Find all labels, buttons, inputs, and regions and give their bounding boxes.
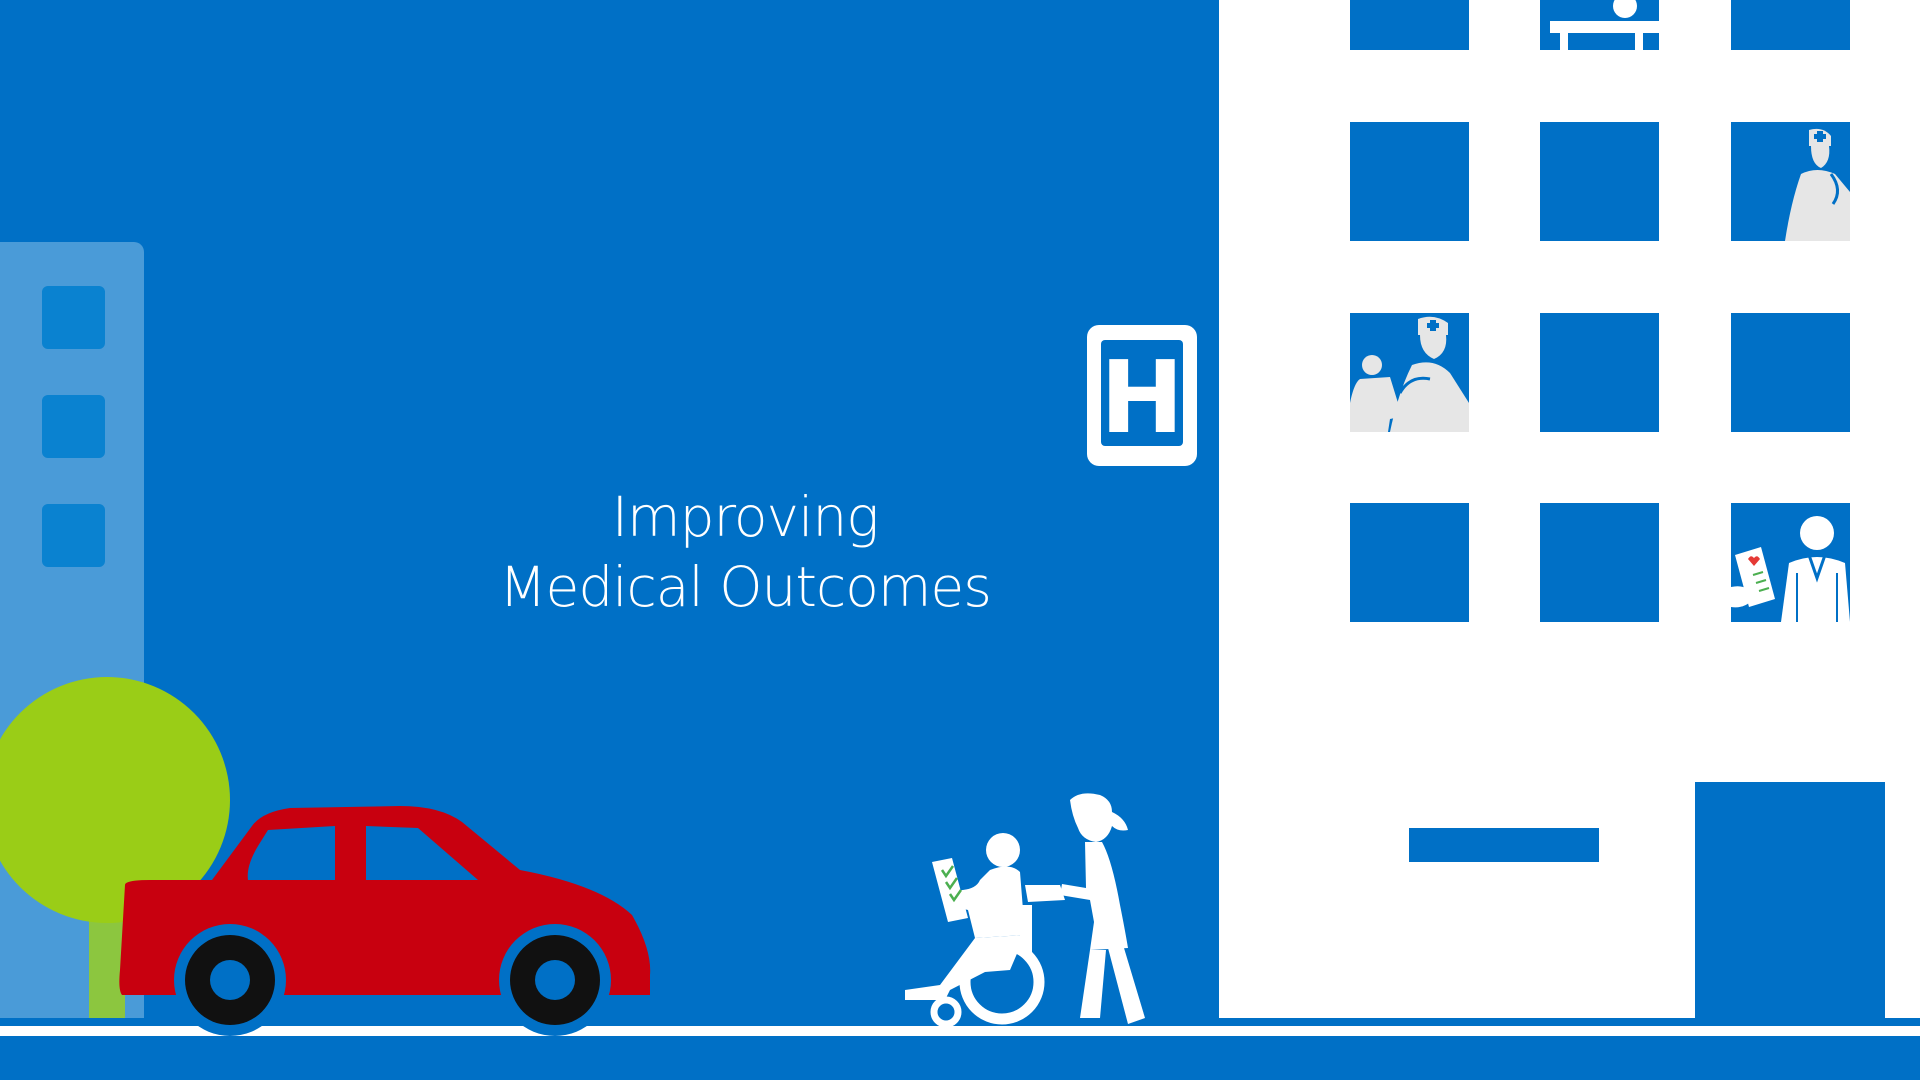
hospital-bed-icon xyxy=(1550,0,1659,50)
hospital-window xyxy=(1350,0,1469,50)
hospital-window xyxy=(1350,313,1469,432)
title-line-1: Improving xyxy=(611,485,879,549)
clipboard-icon xyxy=(932,858,968,922)
nurse-icon xyxy=(1060,793,1145,1024)
hospital-window xyxy=(1540,503,1659,622)
nurse-icon xyxy=(1785,128,1850,241)
hospital-window xyxy=(1731,0,1850,50)
hospital-door xyxy=(1695,782,1885,1022)
wheelchair-patient-icon xyxy=(905,833,1065,1028)
hospital-window xyxy=(1350,122,1469,241)
sidewalk-line xyxy=(0,1026,1920,1036)
doctor-icon xyxy=(1731,516,1850,622)
background-window xyxy=(42,286,105,349)
hospital-sign-icon: H xyxy=(1087,325,1197,466)
nurse-icon xyxy=(1350,316,1469,432)
hospital-sign-letter: H xyxy=(1100,339,1184,456)
hospital-window xyxy=(1731,313,1850,432)
hospital-sign-bar xyxy=(1409,828,1599,862)
hospital-window xyxy=(1540,0,1659,50)
background-window xyxy=(42,395,105,458)
hospital-window xyxy=(1350,503,1469,622)
hospital-window xyxy=(1731,503,1850,622)
hospital-window xyxy=(1540,313,1659,432)
hospital-window xyxy=(1540,122,1659,241)
title-line-2: Medical Outcomes xyxy=(499,555,992,619)
street xyxy=(0,1036,1920,1080)
hospital-window xyxy=(1731,122,1850,241)
